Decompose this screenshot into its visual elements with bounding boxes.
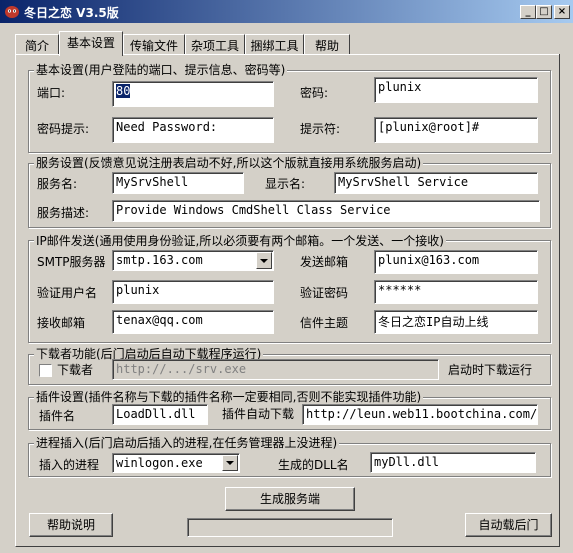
tab-help[interactable]: 帮助: [304, 34, 350, 54]
password-input[interactable]: plunix: [374, 77, 538, 103]
subject-input[interactable]: 冬日之恋IP自动上线: [374, 310, 538, 334]
tab-transfer-files[interactable]: 传输文件: [123, 34, 185, 54]
port-input[interactable]: 80: [112, 81, 274, 107]
service-settings-title: 服务设置(反馈意见说注册表启动不好,所以这个版就直接用系统服务启动): [34, 156, 424, 170]
sender-label: 发送邮箱: [300, 255, 349, 269]
prompt-input[interactable]: [plunix@root]#: [374, 117, 538, 143]
receiver-input[interactable]: tenax@qq.com: [112, 310, 274, 334]
display-name-input[interactable]: MySrvShell Service: [334, 172, 538, 194]
prompt-label: 提示符:: [300, 122, 341, 136]
ip-mail-title: IP邮件发送(通用使用身份验证,所以必须要有两个邮箱。一个发送、一个接收): [34, 234, 446, 248]
service-name-input[interactable]: MySrvShell: [112, 172, 244, 194]
inject-process-value: winlogon.exe: [116, 456, 203, 470]
basic-settings-title: 基本设置(用户登陆的端口、提示信息、密码等): [34, 63, 288, 77]
self-load-button[interactable]: 自动载后门: [465, 513, 552, 537]
close-button[interactable]: ×: [554, 5, 570, 19]
display-name-label: 显示名:: [265, 177, 306, 191]
dll-name-label: 生成的DLL名: [278, 458, 349, 472]
receiver-label: 接收邮箱: [37, 316, 86, 330]
window-title: 冬日之恋 V3.5版: [24, 6, 119, 20]
chevron-down-icon: [260, 259, 268, 263]
port-value: 80: [116, 84, 131, 98]
generate-server-button[interactable]: 生成服务端: [225, 487, 355, 511]
inject-process-select[interactable]: winlogon.exe: [112, 453, 240, 473]
inject-title: 进程插入(后门启动后插入的进程,在任务管理器上没进程): [34, 436, 340, 450]
service-desc-label: 服务描述:: [37, 206, 90, 220]
inject-process-label: 插入的进程: [39, 458, 100, 472]
dll-name-input[interactable]: myDll.dll: [370, 452, 536, 473]
tab-basic-settings[interactable]: 基本设置: [59, 31, 123, 56]
plugin-title: 插件设置(插件名称与下载的插件名称一定要相同,否则不能实现插件功能): [34, 390, 424, 404]
plugin-auto-download-label: 插件自动下载: [222, 407, 295, 421]
minimize-button[interactable]: _: [520, 5, 536, 19]
auth-pass-input[interactable]: ******: [374, 280, 538, 304]
password-hint-input[interactable]: Need Password:: [112, 117, 274, 143]
progress-bar: [187, 518, 393, 537]
downloader-checkbox[interactable]: [39, 364, 52, 377]
tab-misc-tools[interactable]: 杂项工具: [185, 34, 245, 54]
app-icon: [4, 4, 20, 19]
smtp-value: smtp.163.com: [116, 253, 203, 267]
smtp-select[interactable]: smtp.163.com: [112, 250, 274, 271]
plugin-name-input[interactable]: LoadDll.dll: [112, 404, 208, 425]
plugin-url-input[interactable]: http://leun.web11.bootchina.com/: [302, 404, 538, 425]
service-desc-input[interactable]: Provide Windows CmdShell Class Service: [112, 200, 540, 222]
inject-dropdown-button[interactable]: [222, 455, 238, 471]
plugin-name-label: 插件名: [39, 409, 76, 423]
download-run-note: 启动时下载运行: [448, 363, 533, 377]
password-hint-label: 密码提示:: [37, 122, 90, 136]
help-button[interactable]: 帮助说明: [29, 513, 113, 537]
auth-pass-label: 验证密码: [300, 286, 349, 300]
tab-intro[interactable]: 简介: [15, 34, 59, 54]
auth-user-input[interactable]: plunix: [112, 280, 274, 304]
smtp-dropdown-button[interactable]: [256, 252, 272, 269]
download-url-input[interactable]: http://.../srv.exe: [112, 359, 439, 380]
maximize-button[interactable]: □: [536, 5, 552, 19]
password-label: 密码:: [300, 86, 329, 100]
smtp-label: SMTP服务器: [37, 255, 106, 269]
auth-user-label: 验证用户名: [37, 286, 98, 300]
port-label: 端口:: [37, 86, 66, 100]
downloader-check-label[interactable]: 下载者: [57, 363, 93, 377]
subject-label: 信件主题: [300, 316, 349, 330]
tab-bundle-tools[interactable]: 捆绑工具: [245, 34, 304, 54]
service-name-label: 服务名:: [37, 177, 78, 191]
sender-input[interactable]: plunix@163.com: [374, 250, 538, 274]
chevron-down-icon: [226, 461, 234, 465]
